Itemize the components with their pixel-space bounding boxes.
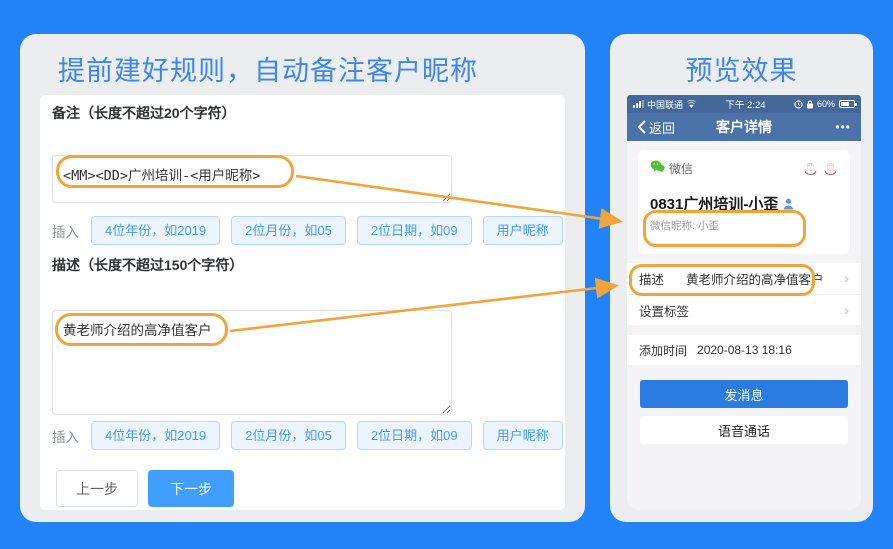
preview-title: 预览效果 [610, 49, 873, 88]
signal-strength-icon [633, 100, 644, 108]
rule-editor-panel: 提前建好规则，自动备注客户昵称 备注（长度不超过20个字符） <MM><DD>广… [20, 34, 585, 522]
description-input[interactable]: 黄老师介绍的高净值客户 [52, 310, 452, 415]
wechat-nickname: 微信昵称: 小歪 [650, 218, 838, 233]
previous-step-button[interactable]: 上一步 [56, 470, 138, 507]
chevron-right-icon: › [844, 303, 849, 318]
insert-label: 插入 [52, 221, 79, 241]
orientation-lock-icon [806, 100, 814, 109]
insert-month-button[interactable]: 2位月份，如05 [231, 216, 346, 245]
chevron-left-icon [637, 120, 646, 134]
customer-name-row: 0831广州培训-小歪 [650, 193, 838, 214]
insert-month-button[interactable]: 2位月份，如05 [231, 421, 346, 450]
back-button[interactable]: 返回 [637, 118, 675, 137]
phone-content: 微信 [627, 141, 861, 510]
added-time-row: 添加时间 2020-08-13 18:16 [627, 335, 861, 365]
wechat-icon [650, 160, 665, 173]
rule-form-card: 备注（长度不超过20个字符） <MM><DD>广州培训-<用户昵称> 插入 4位… [40, 95, 565, 510]
set-tags-row[interactable]: 设置标签 › [627, 294, 861, 325]
bowl-emoji-icon [803, 162, 818, 175]
wechat-label: 微信 [669, 160, 693, 177]
phone-preview: 中国联通 下午 2:24 60% 返回 客户详情 [627, 95, 861, 510]
insert-day-button[interactable]: 2位日期，如09 [357, 216, 472, 245]
description-label: 描述（长度不超过150个字符） [52, 255, 243, 275]
carrier-label: 中国联通 [647, 98, 683, 111]
more-menu-button[interactable]: ••• [835, 120, 851, 134]
added-time-value: 2020-08-13 18:16 [697, 343, 792, 357]
insert-day-button[interactable]: 2位日期，如09 [357, 421, 472, 450]
description-insert-row: 插入 4位年份，如2019 2位月份，如05 2位日期，如09 用户昵称 [52, 421, 563, 450]
phone-status-bar: 中国联通 下午 2:24 60% [627, 95, 861, 113]
alarm-clock-icon [794, 100, 803, 109]
description-row[interactable]: 描述 黄老师介绍的高净值客户 › [627, 263, 861, 294]
battery-icon [839, 100, 855, 108]
emoji-decorations [803, 162, 838, 175]
rule-editor-title: 提前建好规则，自动备注客户昵称 [58, 49, 478, 88]
phone-nav-bar: 返回 客户详情 ••• [627, 113, 861, 141]
send-message-button[interactable]: 发消息 [640, 380, 848, 408]
clock-time: 下午 2:24 [700, 97, 791, 111]
insert-year-button[interactable]: 4位年份，如2019 [91, 216, 220, 245]
remark-insert-row: 插入 4位年份，如2019 2位月份，如05 2位日期，如09 用户昵称 [52, 216, 563, 245]
remark-input[interactable]: <MM><DD>广州培训-<用户昵称> [52, 155, 452, 203]
voice-call-button[interactable]: 语音通话 [640, 416, 848, 444]
set-tags-label: 设置标签 [639, 301, 689, 320]
added-time-label: 添加时间 [639, 342, 687, 359]
description-row-label: 描述 [639, 269, 664, 288]
description-row-value: 黄老师介绍的高净值客户 [686, 269, 824, 288]
preview-panel: 预览效果 中国联通 下午 2:24 60% [610, 34, 873, 522]
wifi-icon [686, 100, 697, 109]
insert-nickname-button[interactable]: 用户昵称 [483, 216, 563, 245]
next-step-button[interactable]: 下一步 [148, 470, 234, 507]
insert-nickname-button[interactable]: 用户昵称 [483, 421, 563, 450]
customer-name: 0831广州培训-小歪 [650, 193, 778, 214]
chevron-right-icon: › [844, 271, 849, 286]
battery-percent: 60% [817, 99, 835, 109]
back-label: 返回 [649, 118, 675, 137]
person-icon [783, 198, 794, 210]
detail-rows: 描述 黄老师介绍的高净值客户 › 设置标签 › [627, 263, 861, 325]
wizard-footer: 上一步 下一步 [56, 470, 234, 507]
wechat-profile-card: 微信 [638, 150, 850, 254]
insert-year-button[interactable]: 4位年份，如2019 [91, 421, 220, 450]
bowl-emoji-icon [823, 162, 838, 175]
remark-label: 备注（长度不超过20个字符） [52, 103, 236, 123]
insert-label: 插入 [52, 426, 79, 446]
